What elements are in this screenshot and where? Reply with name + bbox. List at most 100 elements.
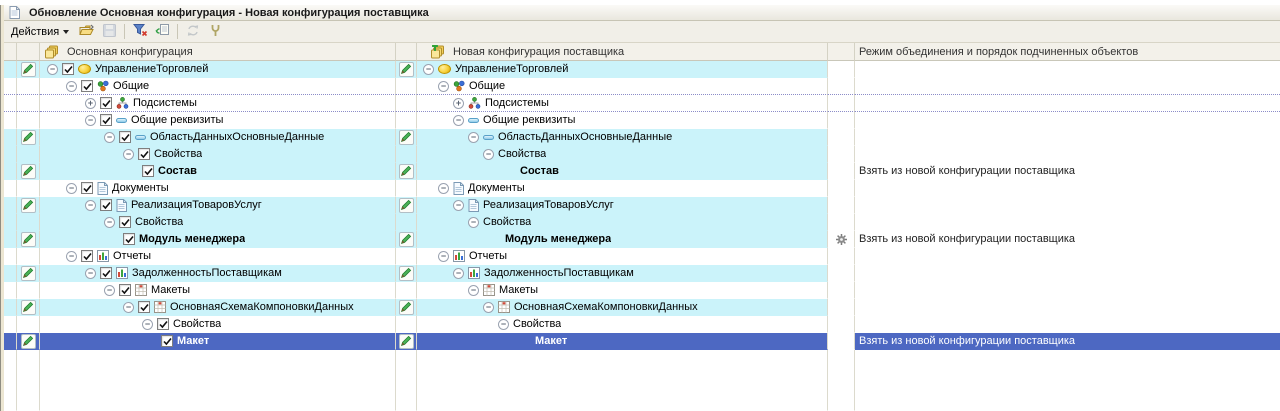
tree-row[interactable]: Модуль менеджераМодуль менеджераВзять из…: [4, 231, 1280, 248]
collapse-minus-icon[interactable]: −: [453, 115, 464, 126]
collapse-minus-icon[interactable]: −: [85, 200, 96, 211]
collapse-minus-icon[interactable]: −: [104, 132, 115, 143]
supplier-tree-cell[interactable]: −ОсновнаяСхемаКомпоновкиДанных: [417, 299, 828, 316]
open-button[interactable]: [77, 23, 97, 41]
collapse-minus-icon[interactable]: −: [66, 183, 77, 194]
main-tree-cell[interactable]: −Свойства: [40, 316, 396, 333]
collapse-minus-icon[interactable]: −: [483, 149, 494, 160]
merge-mode-cell[interactable]: Взять из новой конфигурации поставщика: [855, 163, 1280, 180]
collapse-minus-icon[interactable]: −: [47, 64, 58, 75]
row-checkbox[interactable]: [100, 97, 112, 109]
refresh-composition-button[interactable]: [152, 23, 172, 41]
tree-row[interactable]: СоставСоставВзять из новой конфигурации …: [4, 163, 1280, 180]
main-tree-cell[interactable]: −Документы: [40, 180, 396, 197]
row-checkbox[interactable]: [81, 80, 93, 92]
row-checkbox[interactable]: [138, 148, 150, 160]
collapse-minus-icon[interactable]: −: [498, 319, 509, 330]
collapse-minus-icon[interactable]: −: [438, 81, 449, 92]
collapse-minus-icon[interactable]: −: [468, 285, 479, 296]
supplier-tree-cell[interactable]: +Подсистемы: [417, 95, 828, 112]
row-checkbox[interactable]: [119, 131, 131, 143]
row-checkbox[interactable]: [100, 267, 112, 279]
tree-row[interactable]: −Макеты −Макеты: [4, 282, 1280, 299]
collapse-minus-icon[interactable]: −: [423, 64, 434, 75]
tree-row[interactable]: −Свойства −Свойства: [4, 316, 1280, 333]
row-checkbox[interactable]: [142, 165, 154, 177]
collapse-minus-icon[interactable]: −: [104, 285, 115, 296]
save-button[interactable]: [99, 23, 119, 41]
collapse-minus-icon[interactable]: −: [438, 183, 449, 194]
tree-row[interactable]: −ОбластьДанныхОсновныеДанные −ОбластьДанн…: [4, 129, 1280, 146]
tree-row[interactable]: −Свойства −Свойства: [4, 214, 1280, 231]
tree-row[interactable]: −Общие−Общие: [4, 78, 1280, 95]
supplier-tree-cell[interactable]: −ЗадолженностьПоставщикам: [417, 265, 828, 282]
supplier-tree-cell[interactable]: Состав: [417, 163, 828, 180]
row-checkbox[interactable]: [138, 301, 150, 313]
main-tree-cell[interactable]: −ОбластьДанныхОсновныеДанные: [40, 129, 396, 146]
supplier-tree-cell[interactable]: −Свойства: [417, 146, 828, 163]
merge-mode-cell[interactable]: Взять из новой конфигурации поставщика: [855, 231, 1280, 248]
collapse-minus-icon[interactable]: −: [453, 200, 464, 211]
collapse-minus-icon[interactable]: −: [123, 149, 134, 160]
supplier-tree-cell[interactable]: −УправлениеТорговлей: [417, 61, 828, 78]
header-supplier-configuration[interactable]: Новая конфигурация поставщика: [417, 43, 828, 61]
supplier-tree-cell[interactable]: Модуль менеджера: [417, 231, 828, 248]
supplier-tree-cell[interactable]: Макет: [417, 333, 828, 350]
main-tree-cell[interactable]: −Общие реквизиты: [40, 112, 396, 129]
actions-menu-button[interactable]: Действия: [9, 24, 75, 40]
main-tree-cell[interactable]: −Общие: [40, 78, 396, 95]
supplier-tree-cell[interactable]: −Отчеты: [417, 248, 828, 265]
main-tree-cell[interactable]: −РеализацияТоваровУслуг: [40, 197, 396, 214]
collapse-minus-icon[interactable]: −: [85, 115, 96, 126]
window-titlebar[interactable]: Обновление Основная конфигурация - Новая…: [4, 5, 1280, 21]
merge-mode-cell[interactable]: Взять из новой конфигурации поставщика: [855, 333, 1280, 350]
clear-filter-button[interactable]: [130, 23, 150, 41]
tree-row[interactable]: −ЗадолженностьПоставщикам−ЗадолженностьП…: [4, 265, 1280, 282]
main-tree-cell[interactable]: −УправлениеТорговлей: [40, 61, 396, 78]
tree-row[interactable]: −РеализацияТоваровУслуг−РеализацияТоваро…: [4, 197, 1280, 214]
supplier-tree-cell[interactable]: −Макеты: [417, 282, 828, 299]
row-checkbox[interactable]: [81, 182, 93, 194]
tools-button[interactable]: [205, 23, 225, 41]
tree-row[interactable]: −Документы −Документы: [4, 180, 1280, 197]
collapse-minus-icon[interactable]: −: [453, 268, 464, 279]
row-checkbox[interactable]: [100, 199, 112, 211]
row-checkbox[interactable]: [119, 284, 131, 296]
mode-marker-cell[interactable]: [828, 231, 855, 248]
row-checkbox[interactable]: [161, 335, 173, 347]
collapse-minus-icon[interactable]: −: [438, 251, 449, 262]
expand-plus-icon[interactable]: +: [453, 98, 464, 109]
tree-row[interactable]: −УправлениеТорговлей −УправлениеТорговлей: [4, 61, 1280, 78]
collapse-minus-icon[interactable]: −: [66, 251, 77, 262]
row-checkbox[interactable]: [123, 233, 135, 245]
tree-row[interactable]: −Свойства −Свойства: [4, 146, 1280, 163]
collapse-minus-icon[interactable]: −: [468, 132, 479, 143]
main-tree-cell[interactable]: −Макеты: [40, 282, 396, 299]
collapse-minus-icon[interactable]: −: [142, 319, 153, 330]
supplier-tree-cell[interactable]: −Свойства: [417, 214, 828, 231]
row-checkbox[interactable]: [100, 114, 112, 126]
collapse-minus-icon[interactable]: −: [123, 302, 134, 313]
main-tree-cell[interactable]: Макет: [40, 333, 396, 350]
supplier-tree-cell[interactable]: −ОбластьДанныхОсновныеДанные: [417, 129, 828, 146]
main-tree-cell[interactable]: −Свойства: [40, 214, 396, 231]
collapse-minus-icon[interactable]: −: [85, 268, 96, 279]
supplier-tree-cell[interactable]: −Свойства: [417, 316, 828, 333]
tree-row[interactable]: Макет Макет Взять из новой конфигурации по…: [4, 333, 1280, 350]
row-checkbox[interactable]: [157, 318, 169, 330]
main-tree-cell[interactable]: +Подсистемы: [40, 95, 396, 112]
main-tree-cell[interactable]: −Отчеты: [40, 248, 396, 265]
main-tree-cell[interactable]: −ОсновнаяСхемаКомпоновкиДанных: [40, 299, 396, 316]
supplier-tree-cell[interactable]: −Документы: [417, 180, 828, 197]
row-checkbox[interactable]: [81, 250, 93, 262]
collapse-minus-icon[interactable]: −: [104, 217, 115, 228]
tree-row[interactable]: −Отчеты −Отчеты: [4, 248, 1280, 265]
main-tree-cell[interactable]: −Свойства: [40, 146, 396, 163]
row-checkbox[interactable]: [119, 216, 131, 228]
tree-row[interactable]: −Общие реквизиты −Общие реквизиты: [4, 112, 1280, 129]
collapse-minus-icon[interactable]: −: [468, 217, 479, 228]
refresh-button[interactable]: [183, 23, 203, 41]
expand-plus-icon[interactable]: +: [85, 98, 96, 109]
supplier-tree-cell[interactable]: −Общие реквизиты: [417, 112, 828, 129]
row-checkbox[interactable]: [62, 63, 74, 75]
